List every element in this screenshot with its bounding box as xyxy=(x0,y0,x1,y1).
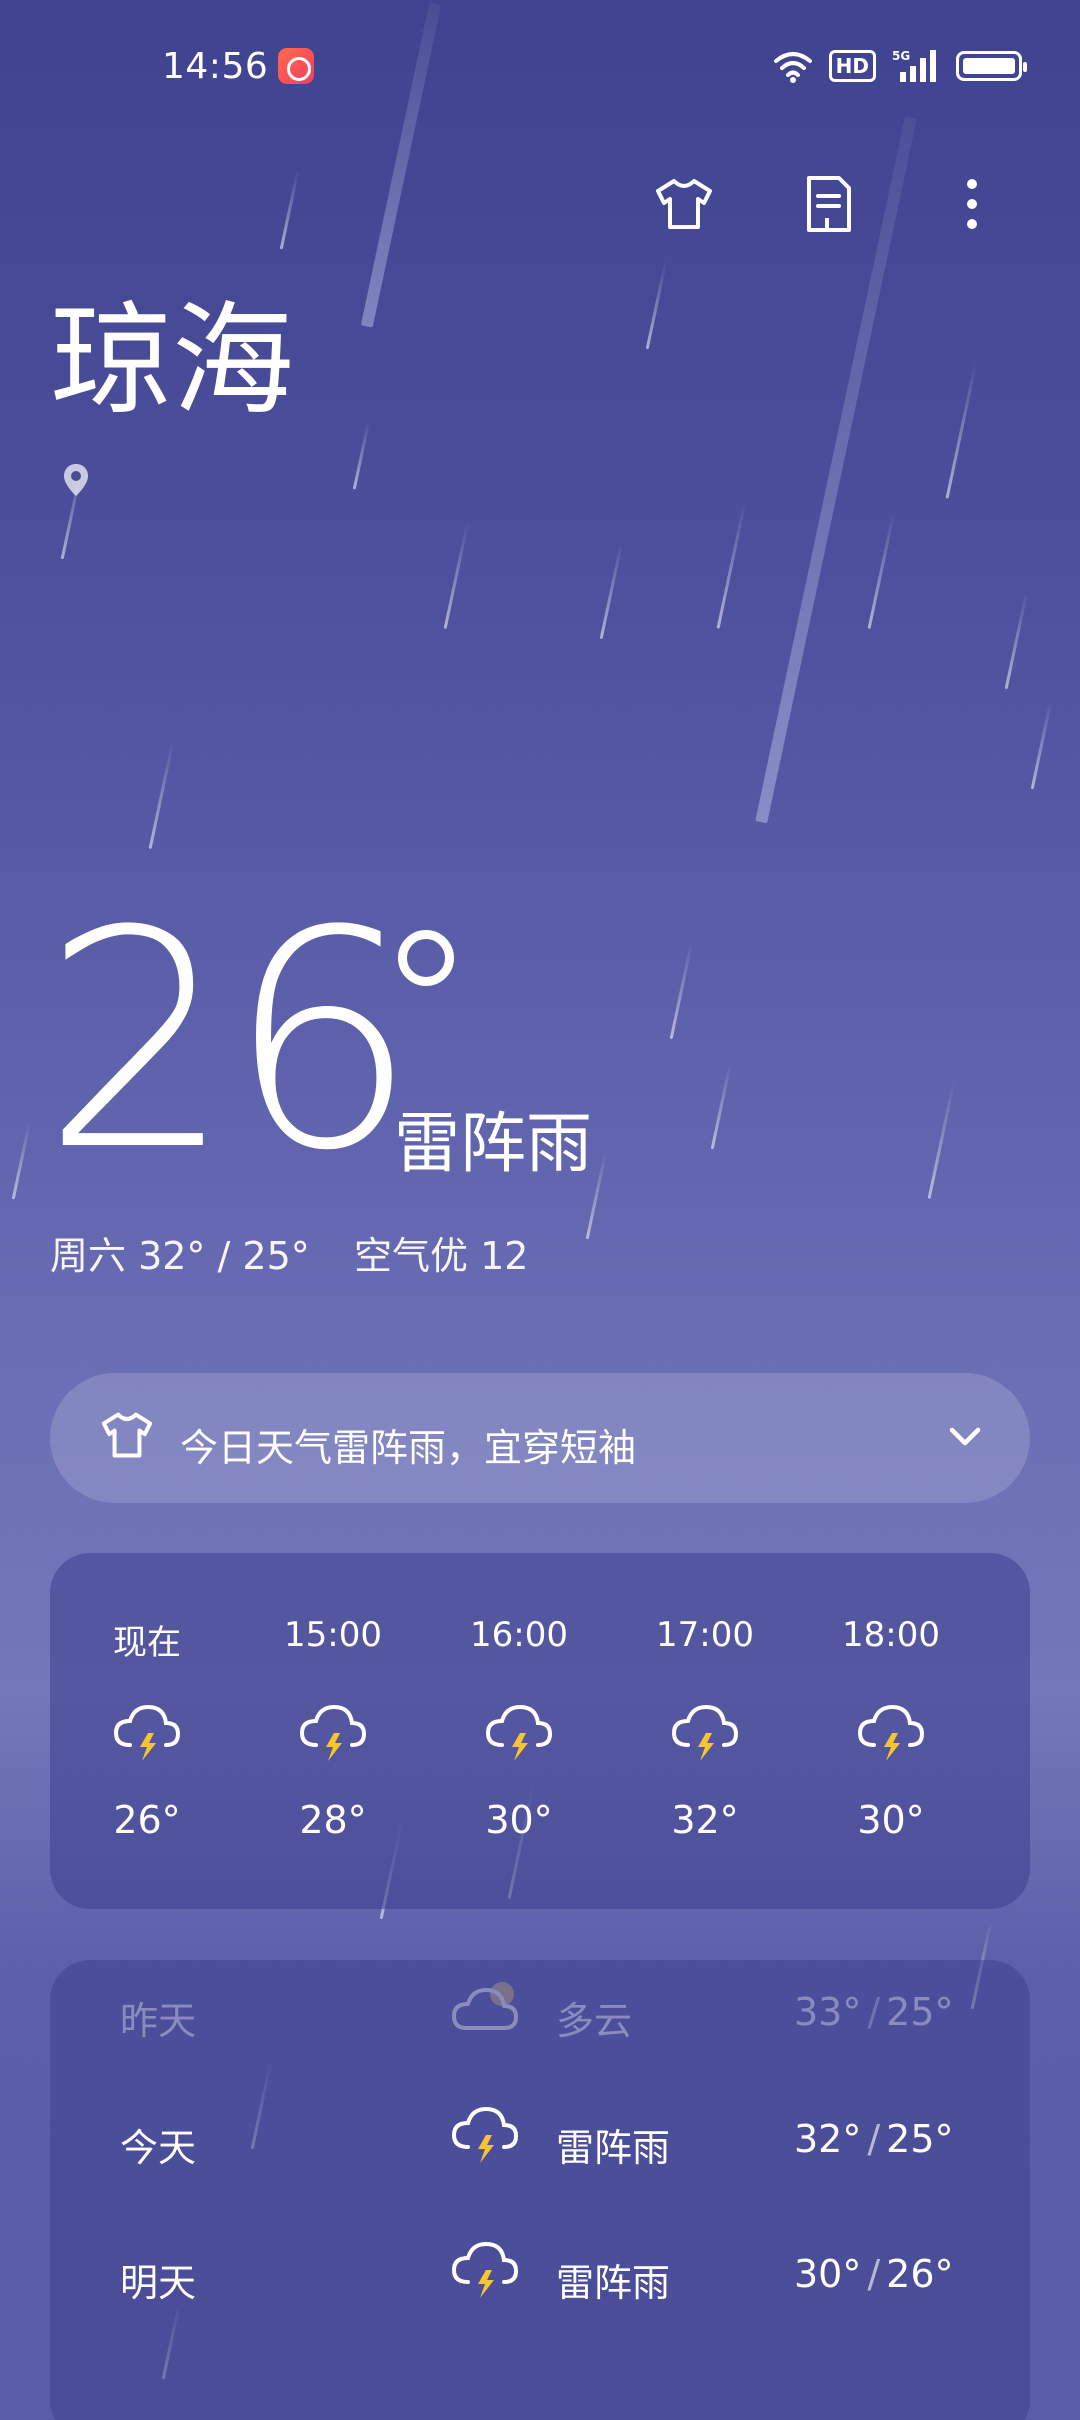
thunderstorm-icon xyxy=(451,2106,519,2163)
clock-time: 14:56 xyxy=(162,46,269,87)
degree-symbol xyxy=(398,930,454,986)
more-menu-button[interactable] xyxy=(936,168,1008,240)
hourly-temperature: 30° xyxy=(485,1798,553,1842)
daily-condition: 雷阵雨 xyxy=(556,2126,671,2170)
chevron-down-icon[interactable] xyxy=(944,1415,986,1457)
thunderstorm-icon xyxy=(299,1704,367,1761)
hourly-item: 17:00 32° xyxy=(612,1553,798,1909)
svg-text:5G: 5G xyxy=(892,49,910,63)
daily-high: 32° xyxy=(794,2117,862,2161)
daily-low: 25° xyxy=(886,2117,954,2161)
hourly-temperature: 32° xyxy=(671,1798,739,1842)
daily-condition: 雷阵雨 xyxy=(556,2261,671,2305)
current-temperature: 26 xyxy=(42,867,418,1216)
hourly-temperature: 28° xyxy=(299,1798,367,1842)
5g-signal-icon: 5G xyxy=(892,49,936,82)
daily-day: 今天 xyxy=(120,2126,197,2170)
shirt-icon xyxy=(656,179,712,229)
hourly-time: 现在 xyxy=(113,1623,181,1663)
hourly-item: 现在 26° xyxy=(54,1553,240,1909)
thunderstorm-icon xyxy=(113,1704,181,1761)
day-temperature-range: 周六 32° / 25° xyxy=(50,1234,310,1278)
thunderstorm-icon xyxy=(451,2241,519,2298)
daily-condition: 多云 xyxy=(556,1999,633,2043)
partly-cloudy-icon xyxy=(452,1982,518,2030)
battery-icon xyxy=(956,51,1027,81)
daily-low: 25° xyxy=(886,1990,954,2034)
daily-day: 昨天 xyxy=(120,1999,197,2043)
daily-temperature-range: 32°/25° xyxy=(794,2117,954,2161)
hourly-item: 16:00 30° xyxy=(426,1553,612,1909)
hourly-time: 18:00 xyxy=(842,1615,940,1655)
dressing-index-button[interactable] xyxy=(648,168,720,240)
status-bar: 14:56 HD 5G xyxy=(0,0,1080,140)
hourly-time: 17:00 xyxy=(656,1615,754,1655)
hourly-item: 15:00 28° xyxy=(240,1553,426,1909)
hourly-forecast-card[interactable]: 现在 26° 15:00 28° 16:00 30° 17:00 32° 18:00 30° xyxy=(50,1553,1030,1909)
thunderstorm-icon xyxy=(671,1704,739,1761)
daily-temperature-range: 30°/26° xyxy=(794,2252,954,2296)
hourly-time: 16:00 xyxy=(470,1615,568,1655)
hourly-temperature: 26° xyxy=(113,1798,181,1842)
daily-row[interactable]: 今天 雷阵雨 32°/25° xyxy=(50,2087,1030,2187)
location-pin-icon xyxy=(64,464,88,496)
document-icon xyxy=(807,176,851,232)
hourly-temperature: 30° xyxy=(857,1798,925,1842)
weather-report-button[interactable] xyxy=(792,168,864,240)
clothing-tip-bar[interactable]: 今日天气雷阵雨，宜穿短袖 xyxy=(50,1373,1030,1503)
daily-high: 33° xyxy=(794,1990,862,2034)
daily-low: 26° xyxy=(886,2252,954,2296)
daily-forecast-card[interactable]: 昨天 多云 33°/25° 今天 雷阵雨 32°/25° 明天 雷阵雨 30°/26° xyxy=(50,1960,1030,2420)
shirt-icon xyxy=(101,1412,153,1458)
daily-row[interactable]: 明天 雷阵雨 30°/26° xyxy=(50,2222,1030,2322)
daily-row[interactable]: 昨天 多云 33°/25° xyxy=(50,1960,1030,2060)
thunderstorm-icon xyxy=(485,1704,553,1761)
wifi-icon xyxy=(773,52,812,83)
system-icons: HD 5G xyxy=(773,48,1027,84)
daily-high: 30° xyxy=(794,2252,862,2296)
daily-day: 明天 xyxy=(120,2261,197,2305)
more-vertical-icon xyxy=(967,179,977,229)
clothing-tip-text: 今日天气雷阵雨，宜穿短袖 xyxy=(180,1426,637,1470)
hourly-item: 18:00 30° xyxy=(798,1553,984,1909)
thunderstorm-icon xyxy=(857,1704,925,1761)
air-quality-link[interactable]: 空气优 12 xyxy=(354,1225,528,1280)
hourly-time: 15:00 xyxy=(284,1615,382,1655)
daily-temperature-range: 33°/25° xyxy=(794,1990,954,2034)
hd-icon: HD xyxy=(828,50,876,82)
current-condition: 雷阵雨 xyxy=(394,1105,592,1182)
video-app-icon xyxy=(278,48,314,84)
city-name[interactable]: 琼海 xyxy=(50,300,294,422)
